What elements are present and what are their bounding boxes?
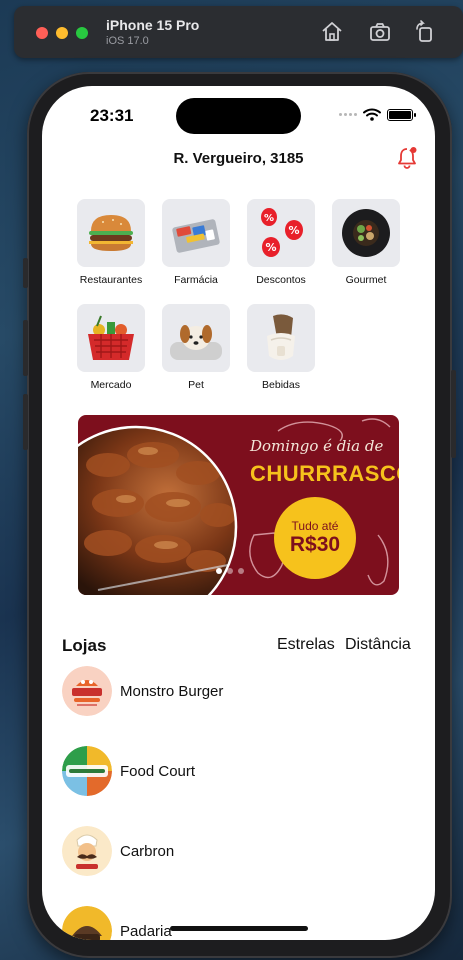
category-label: Restaurantes bbox=[79, 274, 143, 286]
pager-dot[interactable] bbox=[238, 568, 244, 574]
drinks-icon bbox=[247, 304, 315, 372]
promo-caption: Tudo até bbox=[291, 519, 339, 533]
category-label: Farmácia bbox=[174, 274, 218, 286]
cellular-signal-icon bbox=[339, 113, 357, 116]
simulator-toolbar: iPhone 15 Pro iOS 17.0 bbox=[14, 6, 463, 58]
rotate-icon[interactable] bbox=[413, 20, 437, 44]
dynamic-island bbox=[176, 98, 301, 134]
banner-pager[interactable] bbox=[216, 568, 244, 574]
category-pet[interactable]: Pet bbox=[156, 304, 236, 391]
close-window-button[interactable] bbox=[36, 27, 48, 39]
basket-icon bbox=[77, 304, 145, 372]
burger-icon bbox=[77, 199, 145, 267]
home-icon[interactable] bbox=[320, 20, 344, 44]
store-item-monstro-burger[interactable]: Monstro Burger bbox=[62, 665, 415, 717]
bell-icon[interactable] bbox=[396, 146, 418, 170]
gourmet-icon bbox=[332, 199, 400, 267]
category-label: Bebidas bbox=[262, 379, 300, 391]
store-name: Monstro Burger bbox=[120, 682, 224, 700]
dog-icon bbox=[162, 304, 230, 372]
screenshot-icon[interactable] bbox=[368, 20, 392, 44]
carbron-logo bbox=[62, 826, 112, 876]
wifi-icon bbox=[363, 108, 381, 121]
banner-headline: Domingo é dia de bbox=[250, 437, 384, 455]
category-farmacia[interactable]: Farmácia bbox=[156, 199, 236, 286]
store-item-food-court[interactable]: Food Court bbox=[62, 745, 415, 797]
pager-dot-active[interactable] bbox=[216, 568, 222, 574]
category-restaurantes[interactable]: Restaurantes bbox=[71, 199, 151, 286]
category-label: Descontos bbox=[256, 274, 306, 286]
minimize-window-button[interactable] bbox=[56, 27, 68, 39]
battery-icon bbox=[387, 108, 416, 121]
discount-icon: %%% bbox=[247, 199, 315, 267]
promo-price: R$30 bbox=[289, 533, 341, 556]
volume-down-button bbox=[23, 394, 28, 450]
pharmacy-icon bbox=[162, 199, 230, 267]
home-indicator[interactable] bbox=[170, 926, 308, 931]
category-descontos[interactable]: %%% Descontos bbox=[241, 199, 321, 286]
os-version: iOS 17.0 bbox=[106, 35, 149, 47]
padaria-logo bbox=[62, 906, 112, 940]
action-button bbox=[23, 258, 28, 288]
category-label: Mercado bbox=[90, 379, 132, 391]
promo-banner[interactable]: Domingo é dia de CHURRRASCO Tudo até R$3… bbox=[78, 415, 399, 595]
category-mercado[interactable]: Mercado bbox=[71, 304, 151, 391]
status-time: 23:31 bbox=[90, 106, 134, 125]
phone-screen: 23:31 R. Vergueiro, 3185 Restaurantes Fa… bbox=[42, 86, 435, 940]
monstro-burger-logo bbox=[62, 666, 112, 716]
sort-by-distance[interactable]: Distância bbox=[345, 636, 411, 654]
power-button bbox=[451, 370, 456, 458]
promo-price-badge: Tudo até R$30 bbox=[274, 497, 356, 579]
zoom-window-button[interactable] bbox=[76, 27, 88, 39]
category-label: Pet bbox=[188, 379, 204, 391]
banner-title: CHURRRASCO bbox=[250, 461, 399, 486]
stores-title: Lojas bbox=[62, 636, 107, 655]
volume-up-button bbox=[23, 320, 28, 376]
status-icons bbox=[339, 108, 416, 121]
device-name: iPhone 15 Pro bbox=[106, 17, 200, 33]
store-name: Food Court bbox=[120, 762, 196, 780]
food-court-logo bbox=[62, 746, 112, 796]
category-gourmet[interactable]: Gourmet bbox=[326, 199, 406, 286]
sort-by-stars[interactable]: Estrelas bbox=[277, 636, 335, 654]
store-item-carbron[interactable]: Carbron bbox=[62, 825, 415, 877]
store-name: Carbron bbox=[120, 842, 175, 860]
pager-dot[interactable] bbox=[227, 568, 233, 574]
svg-text:%: % bbox=[288, 224, 299, 237]
category-label: Gourmet bbox=[345, 274, 387, 286]
delivery-address[interactable]: R. Vergueiro, 3185 bbox=[42, 150, 435, 167]
store-item-padaria[interactable]: Padaria bbox=[62, 905, 415, 940]
svg-text:%: % bbox=[264, 213, 274, 224]
category-bebidas[interactable]: Bebidas bbox=[241, 304, 321, 391]
store-name: Padaria bbox=[120, 922, 172, 940]
svg-text:%: % bbox=[265, 241, 276, 254]
